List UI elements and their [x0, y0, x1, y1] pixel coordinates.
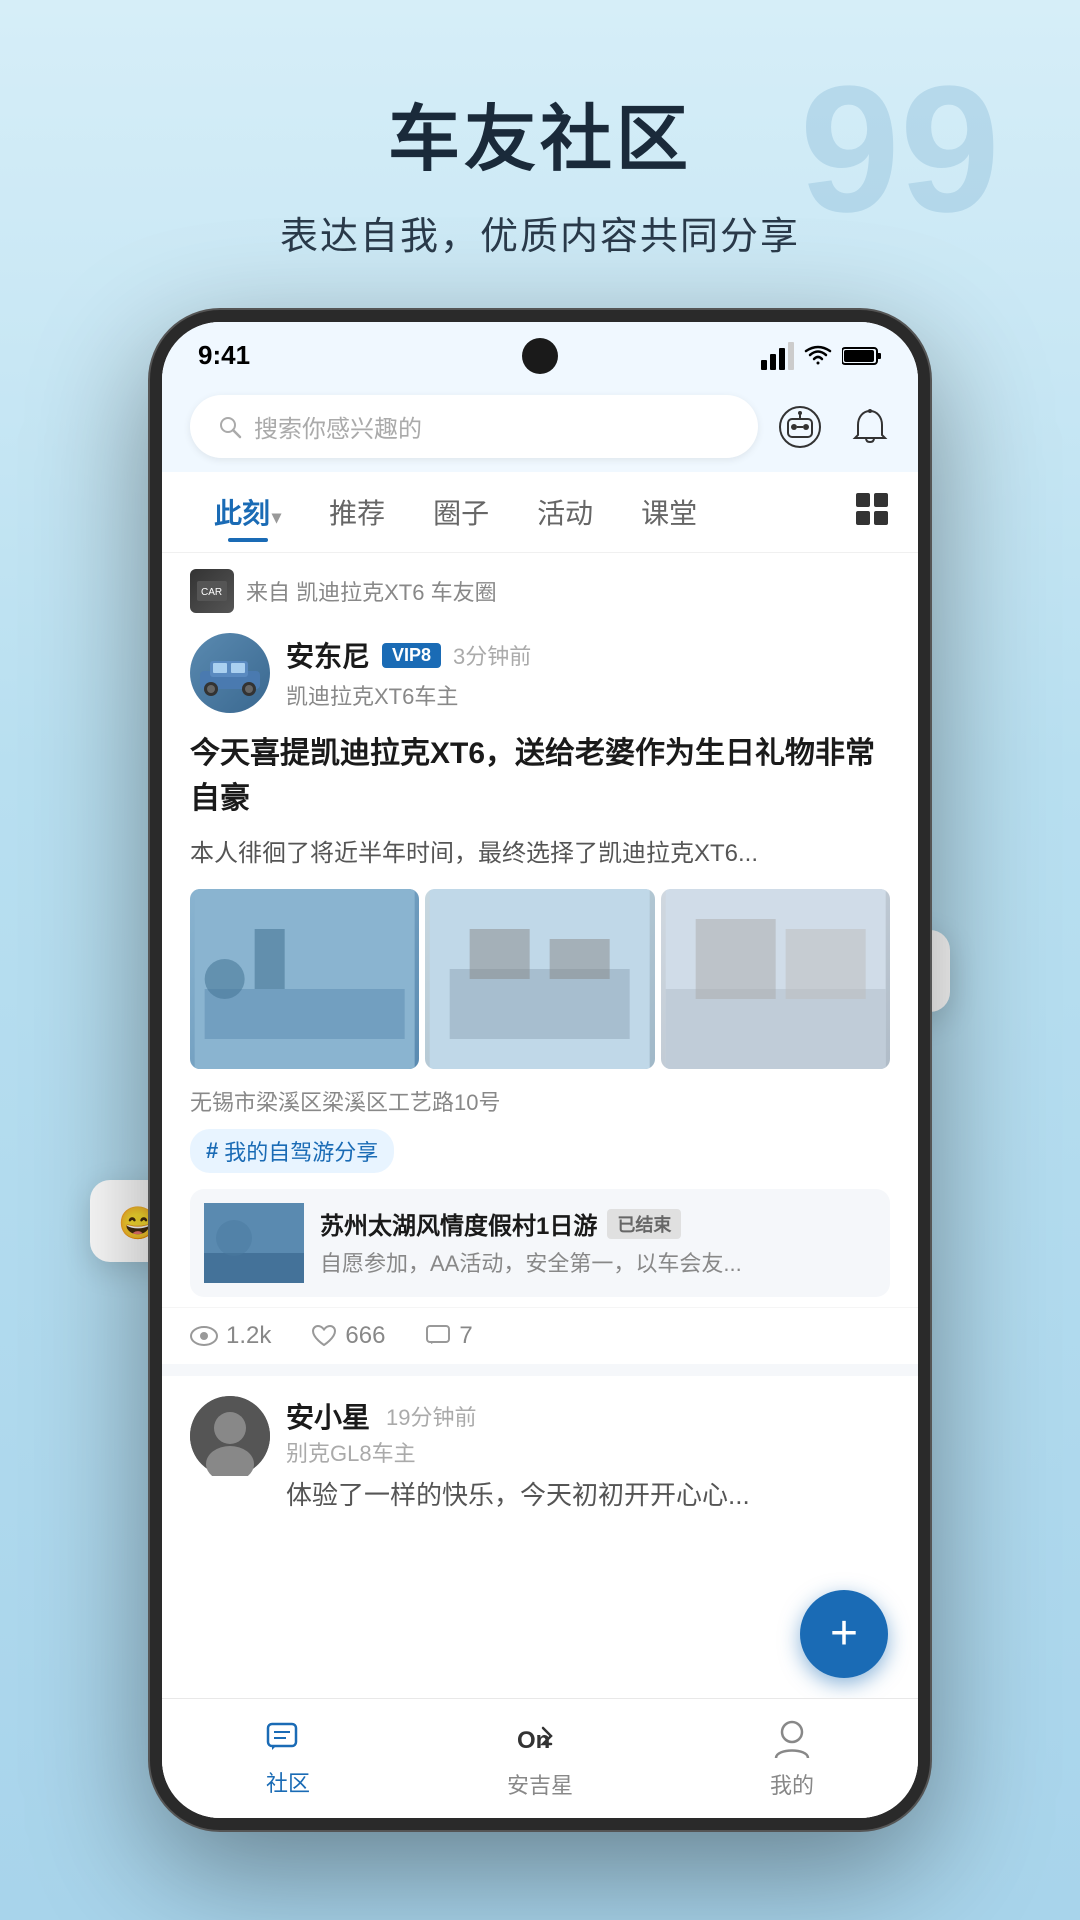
bottom-nav-profile[interactable]: 我的 — [666, 1718, 918, 1800]
feed: CAR 来自 凯迪拉克XT6 车友圈 — [162, 553, 918, 1535]
bottom-nav-community[interactable]: 社区 — [162, 1720, 414, 1798]
phone-frame: 9:41 — [150, 310, 930, 1830]
svg-text:CAR: CAR — [201, 587, 222, 598]
status-time: 9:41 — [198, 340, 250, 371]
vip-badge-1: VIP8 — [382, 643, 441, 668]
bottom-nav-label-profile: 我的 — [770, 1768, 814, 1800]
battery-icon — [842, 346, 882, 366]
search-icon — [218, 415, 242, 439]
post-title-1: 今天喜提凯迪拉克XT6，送给老婆作为生日礼物非常自豪 — [162, 723, 918, 829]
tab-recommend[interactable]: 推荐 — [305, 482, 409, 542]
post-likes[interactable]: 666 — [311, 1322, 385, 1350]
user-info-1: 安东尼 VIP8 3分钟前 凯迪拉克XT6车主 — [286, 635, 890, 711]
post-image-1 — [190, 889, 419, 1069]
from-text: 来自 凯迪拉克XT6 车友圈 — [246, 575, 497, 607]
search-box[interactable]: 搜索你感兴趣的 — [190, 395, 758, 458]
camera-notch — [522, 338, 558, 374]
search-area: 搜索你感兴趣的 — [162, 381, 918, 472]
user-name-2: 安小星 — [286, 1396, 370, 1436]
post-header-1: 安东尼 VIP8 3分钟前 凯迪拉克XT6车主 — [162, 623, 918, 723]
post-image-3 — [661, 889, 890, 1069]
heart-icon — [311, 1324, 337, 1348]
post-footer-1: 1.2k 666 — [162, 1307, 918, 1364]
activity-desc: 自愿参加，AA活动，安全第一，以车会友... — [320, 1247, 876, 1280]
user-avatar-1 — [190, 633, 270, 713]
post-location: 无锡市梁溪区梁溪区工艺路10号 — [162, 1079, 918, 1123]
activity-info: 苏州太湖风情度假村1日游 已结束 自愿参加，AA活动，安全第一，以车会友... — [320, 1206, 876, 1280]
post-images-1 — [162, 879, 918, 1079]
user-icon — [772, 1718, 812, 1762]
page-title: 车友社区 — [0, 80, 1080, 185]
from-brand-avatar: CAR — [190, 569, 234, 613]
post-tag[interactable]: # 我的自驾游分享 — [190, 1129, 394, 1173]
user-car-2: 别克GL8车主 — [286, 1436, 890, 1468]
comment-icon — [425, 1324, 451, 1348]
second-post-content: 安小星 19分钟前 别克GL8车主 体验了一样的快乐，今天初初开开心心... — [286, 1396, 890, 1515]
activity-badge: 已结束 — [607, 1209, 681, 1239]
post-card-1: CAR 来自 凯迪拉克XT6 车友圈 — [162, 553, 918, 1364]
tab-current[interactable]: 此刻▾ — [190, 482, 305, 542]
post-time-1: 3分钟前 — [453, 639, 531, 671]
status-icons — [761, 342, 882, 370]
activity-thumb — [204, 1203, 304, 1283]
signal-icon — [761, 342, 794, 370]
phone-mockup: 🎉 恭喜！！ 😄 哇鸣 ~~~ 厉害厉害 👏👏👏 9:41 — [150, 310, 930, 1830]
community-icon — [266, 1720, 310, 1760]
bottom-nav-on[interactable]: On 安吉星 — [414, 1718, 666, 1800]
bottom-nav-label-community: 社区 — [266, 1766, 310, 1798]
post-time-2: 19分钟前 — [386, 1400, 476, 1432]
post-card-2: 安小星 19分钟前 别克GL8车主 体验了一样的快乐，今天初初开开心心... + — [162, 1376, 918, 1535]
tab-activity[interactable]: 活动 — [513, 482, 617, 542]
user-avatar-2 — [190, 1396, 270, 1476]
robot-icon[interactable] — [778, 405, 822, 449]
activity-title-text: 苏州太湖风情度假村1日游 — [320, 1206, 597, 1241]
user-name-1: 安东尼 — [286, 635, 370, 675]
post-comments[interactable]: 7 — [425, 1322, 472, 1350]
post-image-2 — [425, 889, 654, 1069]
wifi-icon — [804, 345, 832, 367]
car-image — [195, 651, 265, 696]
post-text-2: 体验了一样的快乐，今天初初开开心心... — [286, 1476, 890, 1515]
from-label: CAR 来自 凯迪拉克XT6 车友圈 — [162, 553, 918, 623]
onstar-logo: On — [515, 1718, 565, 1762]
search-right-icons — [778, 405, 890, 449]
user-car-1: 凯迪拉克XT6车主 — [286, 679, 890, 711]
grid-icon[interactable] — [854, 491, 890, 534]
bottom-nav: 社区 On 安吉星 — [162, 1698, 918, 1818]
phone-screen: 9:41 — [162, 322, 918, 1818]
tab-classroom[interactable]: 课堂 — [617, 482, 721, 542]
search-placeholder: 搜索你感兴趣的 — [254, 409, 422, 444]
tab-circle[interactable]: 圈子 — [409, 482, 513, 542]
eye-icon — [190, 1326, 218, 1346]
bottom-nav-label-on: 安吉星 — [507, 1768, 573, 1800]
page-subtitle: 表达自我，优质内容共同分享 — [0, 205, 1080, 260]
nav-tabs: 此刻▾ 推荐 圈子 活动 课堂 — [162, 472, 918, 553]
post-text-1: 本人徘徊了将近半年时间，最终选择了凯迪拉克XT6... — [162, 829, 918, 879]
post-views: 1.2k — [190, 1322, 271, 1350]
activity-card[interactable]: 苏州太湖风情度假村1日游 已结束 自愿参加，AA活动，安全第一，以车会友... — [190, 1189, 890, 1297]
bell-icon[interactable] — [850, 405, 890, 449]
